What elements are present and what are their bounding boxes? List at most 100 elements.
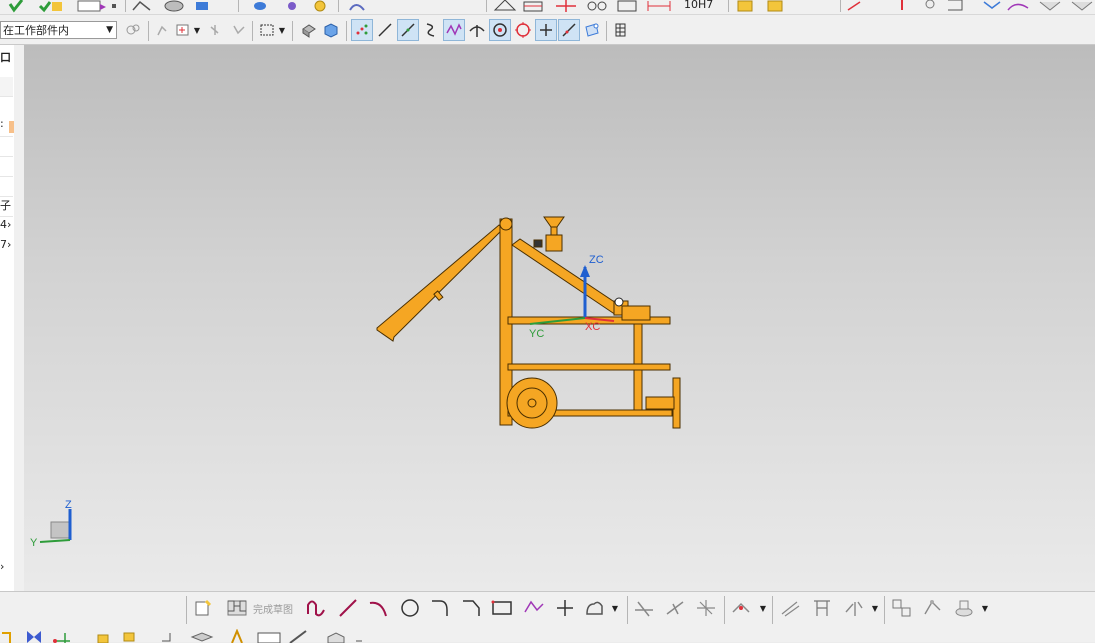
- fillet-button[interactable]: [429, 597, 453, 619]
- snap-midpoint-button[interactable]: [397, 19, 419, 41]
- curve-gallery-dropdown[interactable]: ▼: [610, 602, 620, 614]
- model-shaft: [645, 396, 675, 410]
- shape-icon-a: [132, 0, 151, 11]
- sketch-icon: [195, 599, 212, 616]
- rectangle-icon: [491, 600, 512, 615]
- model-motor-block: [621, 305, 651, 321]
- line-button[interactable]: [336, 597, 360, 619]
- offset-dropdown[interactable]: ▼: [758, 602, 768, 614]
- wcs-x-label: XC: [585, 321, 600, 333]
- rectangle-select-dropdown[interactable]: ▼: [277, 19, 287, 41]
- separator: [627, 596, 628, 624]
- deselect-button[interactable]: [228, 19, 250, 41]
- fit-tolerance-text[interactable]: 10H7: [684, 0, 713, 11]
- arc-button[interactable]: [366, 597, 390, 619]
- model-mid-bar: [507, 363, 671, 371]
- chamfer-button[interactable]: [460, 597, 484, 619]
- snap-bounded-grid-button[interactable]: [609, 19, 631, 41]
- snap-point-button[interactable]: [204, 19, 226, 41]
- snap-curve-button[interactable]: [420, 19, 442, 41]
- rectangle-button[interactable]: [490, 597, 514, 619]
- panel-header-icon[interactable]: 口: [0, 49, 13, 68]
- offset-icon: [732, 602, 750, 613]
- spell-check-icon: [77, 0, 106, 12]
- separator: [252, 21, 253, 41]
- relations-browser-button[interactable]: [952, 597, 976, 619]
- snap-point-on-curve-button[interactable]: [558, 19, 580, 41]
- quick-trim-button[interactable]: [632, 597, 656, 619]
- constraints-dropdown[interactable]: ▼: [870, 602, 880, 614]
- model-funnel: [543, 216, 565, 228]
- make-corner-button[interactable]: [694, 597, 718, 619]
- select-box-dropdown[interactable]: ▼: [192, 19, 202, 41]
- panel-row[interactable]: 4›: [0, 218, 13, 237]
- work-part-select[interactable]: 在工作部件内 ▼: [0, 21, 117, 39]
- offset-curve-button[interactable]: [730, 597, 754, 619]
- show-constraints-button[interactable]: [890, 597, 914, 619]
- sketch-button[interactable]: [193, 597, 215, 619]
- select-feature-button[interactable]: [152, 19, 174, 41]
- separator: [292, 21, 293, 41]
- model-post-cap: [499, 217, 513, 231]
- profile-button[interactable]: [304, 597, 328, 619]
- rapid-dimension-button[interactable]: [778, 597, 802, 619]
- chevron-down-icon[interactable]: ▼: [106, 25, 113, 35]
- corner-icon: [697, 600, 715, 616]
- make-symmetric-button[interactable]: [842, 597, 866, 619]
- shaded-cube-icon: [302, 24, 316, 38]
- circle-button[interactable]: [398, 597, 422, 619]
- snap-control-point-button[interactable]: [443, 19, 465, 41]
- blue-cube-icon: [324, 23, 338, 38]
- panel-row[interactable]: 7›: [0, 238, 13, 257]
- chevron-down-icon: ▼: [193, 25, 201, 35]
- point-button[interactable]: [553, 597, 577, 619]
- diamond-icon-c: [1071, 1, 1093, 11]
- fillet-icon: [432, 600, 448, 616]
- link-icon: [288, 2, 296, 10]
- studio-spline-button[interactable]: [583, 597, 607, 619]
- panel-row[interactable]: [0, 77, 13, 97]
- chevron-down-icon: ▼: [759, 603, 767, 613]
- panel-row[interactable]: 子: [0, 197, 13, 216]
- box-select-icon: [176, 24, 189, 36]
- rectangle-select-button[interactable]: [256, 19, 278, 41]
- snap-point-on-surface-button[interactable]: [581, 19, 603, 41]
- frame-icon: [2, 632, 11, 643]
- snap-intersection-button[interactable]: [466, 19, 488, 41]
- snap-endpoint-button[interactable]: [351, 19, 373, 41]
- panel-row[interactable]: [0, 157, 13, 177]
- shaded-view-button[interactable]: [298, 19, 320, 41]
- sketch-tools-dropdown[interactable]: ▼: [980, 602, 990, 614]
- wireframe-view-button[interactable]: [320, 19, 342, 41]
- polygon-button[interactable]: [522, 597, 546, 619]
- panel-row[interactable]: [0, 137, 13, 157]
- cube-icon-a: [737, 0, 753, 12]
- quick-extend-button[interactable]: [663, 597, 687, 619]
- grid-icon: [615, 23, 626, 37]
- layer-icon: [196, 2, 208, 10]
- dimension-icon: [647, 1, 671, 11]
- panel-row[interactable]: [0, 177, 13, 197]
- select-box-button[interactable]: [172, 19, 194, 41]
- panel-expand-arrow[interactable]: ›: [0, 560, 13, 579]
- symmetric-icon: [845, 601, 863, 616]
- sheet-icon: [257, 632, 281, 643]
- axis-icon: [53, 633, 70, 643]
- auto-dimension-button[interactable]: [921, 597, 945, 619]
- model-canvas[interactable]: ZC YC XC Z Y: [24, 45, 1095, 591]
- model-arm: [511, 238, 623, 316]
- bowtie-icon: [27, 631, 41, 643]
- general-object-filter-button[interactable]: [122, 19, 144, 41]
- geometric-constraint-button[interactable]: [810, 597, 834, 619]
- box-icon: [190, 632, 214, 642]
- coin-icon: [314, 0, 326, 12]
- finish-sketch-label[interactable]: 完成草图: [253, 601, 293, 616]
- snap-line-button[interactable]: [374, 19, 396, 41]
- graphics-viewport[interactable]: ZC YC XC Z Y: [24, 45, 1095, 591]
- finish-sketch-button[interactable]: [225, 597, 249, 619]
- snap-quadrant-button[interactable]: [512, 19, 534, 41]
- cube-icon-b: [767, 0, 783, 12]
- snap-center-button[interactable]: [489, 19, 511, 41]
- snap-existing-point-button[interactable]: [535, 19, 557, 41]
- separator: [148, 21, 149, 41]
